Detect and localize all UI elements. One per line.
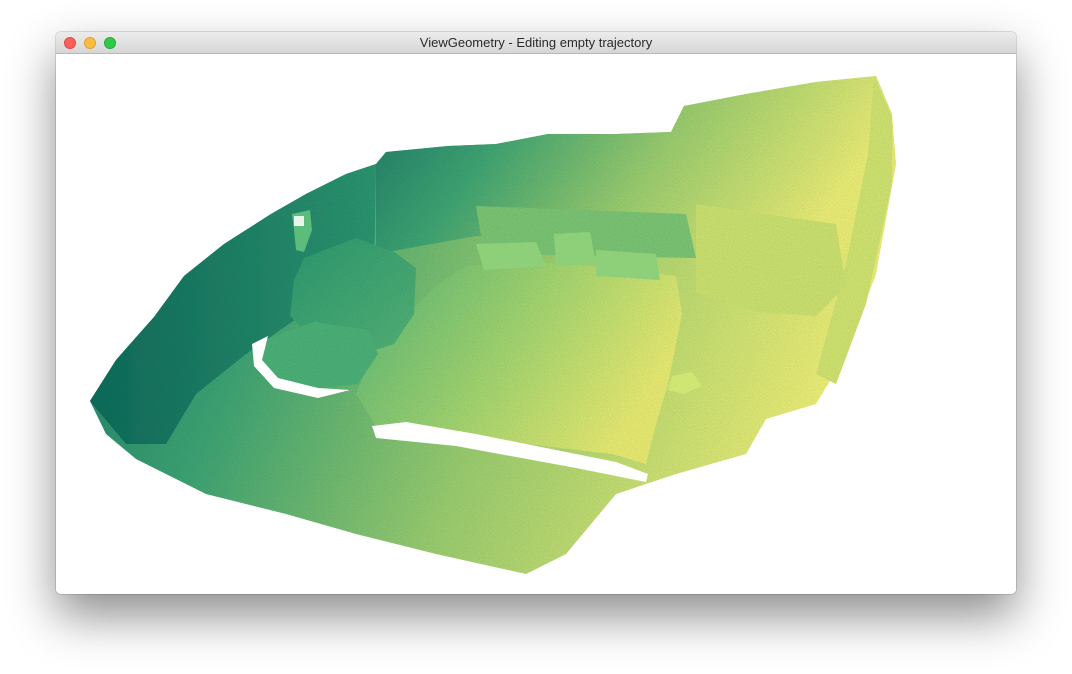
point-cloud-render[interactable]: [56, 54, 1016, 594]
window-title: ViewGeometry - Editing empty trajectory: [419, 35, 653, 50]
lamp-glow: [294, 216, 304, 226]
title-bar[interactable]: ViewGeometry - Editing empty trajectory: [56, 32, 1016, 54]
3d-viewport[interactable]: [56, 54, 1016, 594]
app-window: ViewGeometry - Editing empty trajectory: [56, 32, 1016, 594]
